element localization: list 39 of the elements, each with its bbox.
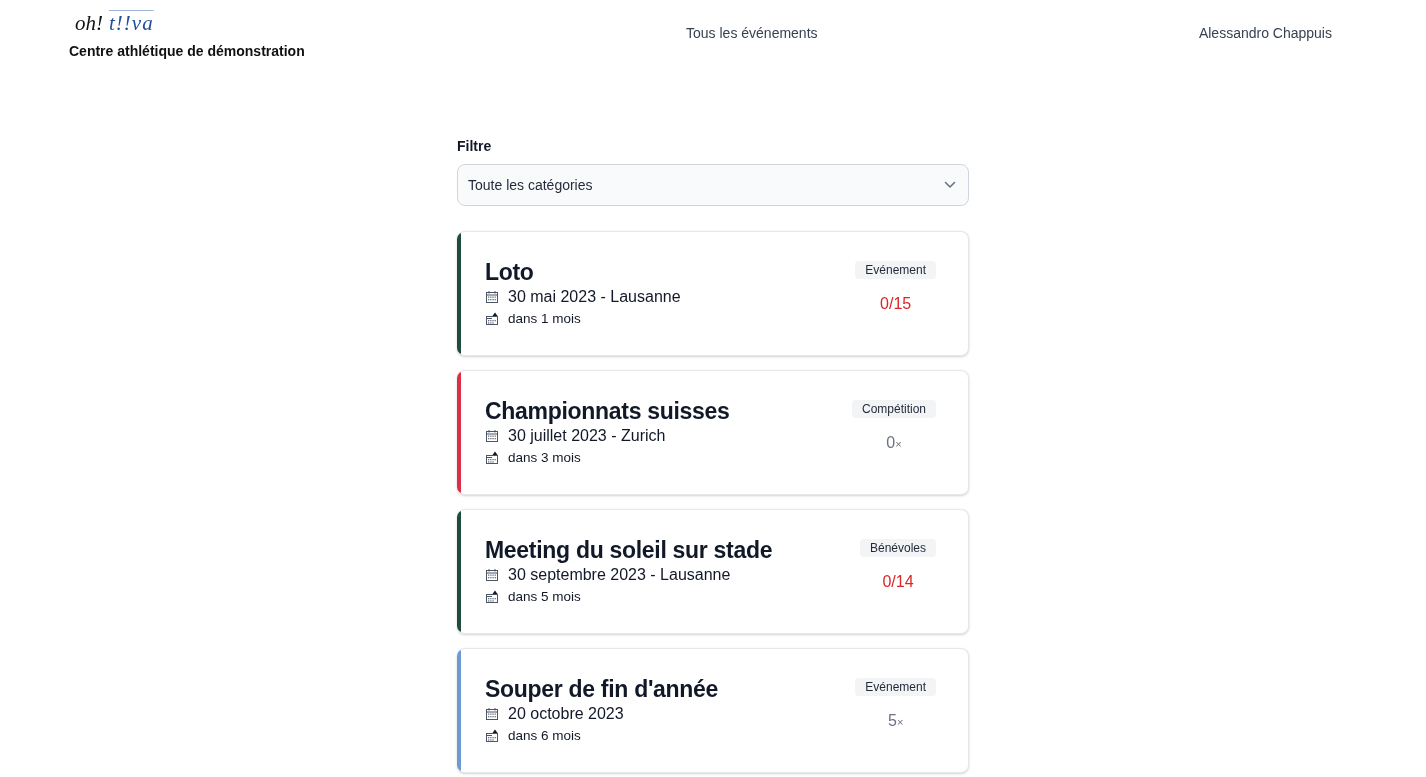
- count-text: 0/14: [882, 572, 914, 592]
- category-tag: Evénement: [855, 261, 936, 279]
- event-card[interactable]: Meeting du soleil sur stade 30 septembre 2023 - Lausanne dans 5 mois Bénévoles 0/14: [457, 509, 969, 634]
- event-date: 30 mai 2023 - Lausanne: [508, 287, 681, 307]
- category-tag: Compétition: [851, 400, 936, 418]
- count-text: 5×: [887, 711, 904, 731]
- relative-time: dans 1 mois: [508, 310, 581, 328]
- calendar-arrow-icon: [485, 729, 499, 743]
- event-date: 30 juillet 2023 - Zurich: [508, 426, 666, 446]
- category-tag: Bénévoles: [859, 539, 936, 557]
- event-date: 20 octobre 2023: [508, 704, 624, 724]
- relative-time: dans 5 mois: [508, 588, 581, 606]
- calendar-arrow-icon: [485, 312, 499, 326]
- nav-link[interactable]: Tous les événements: [686, 24, 818, 42]
- event-card[interactable]: Souper de fin d'année 20 octobre 2023 dans 6 mois Evénement 5×: [457, 648, 969, 773]
- category-tag: Evénement: [855, 678, 936, 696]
- event-title: Souper de fin d'année: [485, 675, 719, 703]
- event-date: 30 septembre 2023 - Lausanne: [508, 565, 731, 585]
- category-select[interactable]: Toute les catégories: [457, 164, 969, 206]
- calendar-arrow-icon: [485, 451, 499, 465]
- calendar-icon: [485, 290, 499, 304]
- chevron-down-icon: [944, 181, 956, 189]
- event-title: Championnats suisses: [485, 397, 730, 425]
- calendar-icon: [485, 568, 499, 582]
- calendar-icon: [485, 707, 499, 721]
- user-name[interactable]: Alessandro Chappuis: [1198, 24, 1332, 42]
- calendar-icon: [485, 429, 499, 443]
- event-title: Loto: [485, 258, 534, 286]
- event-card[interactable]: Championnats suisses 30 juillet 2023 - Zurich dans 3 mois Compétition 0×: [457, 370, 969, 495]
- relative-time: dans 6 mois: [508, 727, 581, 745]
- event-title: Meeting du soleil sur stade: [485, 536, 773, 564]
- count-text: 0/15: [880, 294, 912, 314]
- count-text: 0×: [886, 433, 902, 453]
- filter-label: Filtre: [457, 137, 492, 155]
- organization-name: Centre athlétique de démonstration: [69, 42, 305, 60]
- calendar-arrow-icon: [485, 590, 499, 604]
- event-card[interactable]: Loto 30 mai 2023 - Lausanne dans 1 mois Evénement 0/15: [457, 231, 969, 356]
- logo[interactable]: oh! t!!va: [75, 10, 154, 36]
- relative-time: dans 3 mois: [508, 449, 581, 467]
